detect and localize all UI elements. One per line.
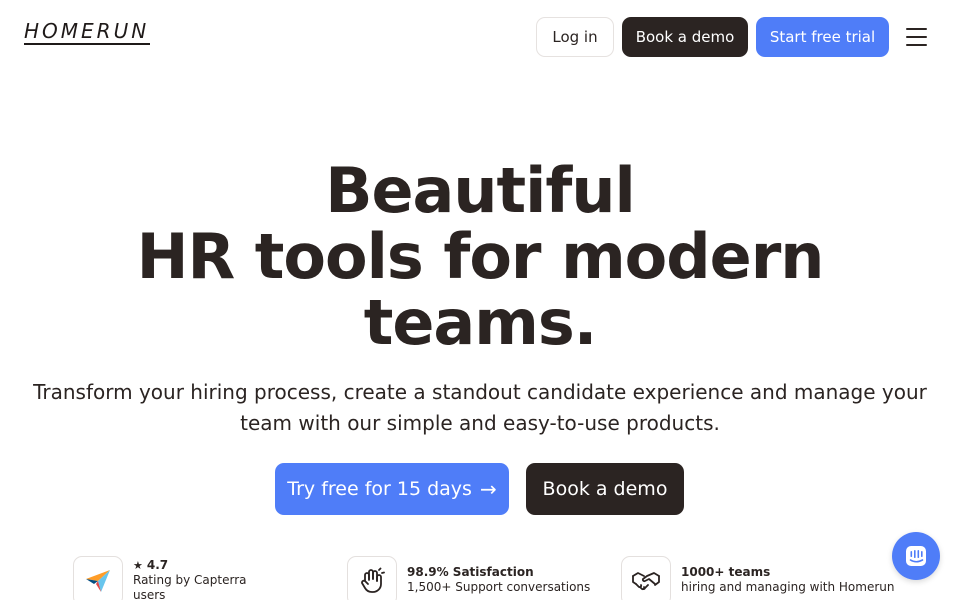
rating-value: 4.7 [146,558,169,572]
teams-sub: hiring and managing with Homerun [681,580,895,594]
capterra-icon [73,556,123,600]
start-free-trial-button[interactable]: Start free trial [756,17,889,57]
hamburger-menu-icon[interactable] [906,28,927,46]
hero-headline: Beautiful HR tools for modern teams. [0,158,960,356]
hero-book-demo-button[interactable]: Book a demo [526,463,684,515]
hand-wave-icon [347,556,397,600]
stat-satisfaction-text: 98.9% Satisfaction 1,500+ Support conver… [407,565,590,595]
handshake-icon [621,556,671,600]
satisfaction-sub: 1,500+ Support conversations [407,580,591,594]
site-header: HOMERUN Log in Book a demo Start free tr… [0,0,960,74]
teams-title: 1000+ teams [681,565,771,579]
chat-icon[interactable] [892,532,940,580]
headline-line-3: teams. [363,286,598,359]
rating-source-cont: users [133,588,166,600]
stat-capterra-text: ★ 4.7 Rating by Capterra users [133,558,246,600]
headline-line-2: HR tools for modern [136,220,825,293]
subtext-line-2: team with our simple and easy-to-use pro… [240,411,720,435]
homerun-logo[interactable]: HOMERUN [24,19,149,43]
book-demo-button[interactable]: Book a demo [622,17,748,57]
logo-underline [24,43,150,45]
star-icon: ★ [133,559,143,572]
try-free-label: Try free for 15 days [287,478,472,500]
hero-subtext: Transform your hiring process, create a … [30,377,930,439]
login-button[interactable]: Log in [536,17,614,57]
rating-source: Rating by Capterra [133,573,247,587]
try-free-button[interactable]: Try free for 15 days → [275,463,509,515]
headline-line-1: Beautiful [325,154,636,227]
satisfaction-title: 98.9% Satisfaction [407,565,534,579]
subtext-line-1: Transform your hiring process, create a … [33,380,927,404]
arrow-right-icon: → [479,477,497,501]
stat-teams-text: 1000+ teams hiring and managing with Hom… [681,565,894,595]
